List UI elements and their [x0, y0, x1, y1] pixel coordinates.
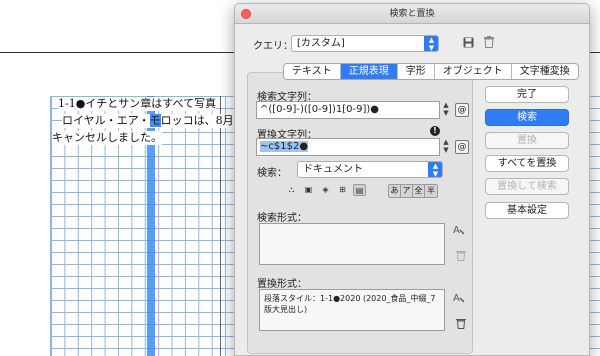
format-find-icon[interactable]: A [453, 223, 465, 236]
text-line-2[interactable]: ロイヤル・エア・モロッコは、8月3日 [62, 114, 252, 128]
text-line-1[interactable]: 1-1●イチとサン章はすべて写真 [58, 97, 217, 111]
fullwidth-toggle[interactable]: 全 [413, 185, 425, 197]
change-to-value: ~c$1$2● [260, 141, 309, 152]
change-find-button[interactable]: 置換して検索 [485, 178, 569, 195]
find-format-label: 検索形式： [257, 213, 307, 224]
info-icon[interactable]: ! [430, 126, 440, 136]
search-scope-value: ドキュメント [303, 164, 363, 175]
dialog-title: 検索と置換 [389, 9, 435, 19]
find-format-box[interactable] [259, 223, 445, 265]
change-format-box[interactable]: 段落スタイル：1-1●2020 (2020_食品_中綴_7版大見出し) [259, 289, 445, 331]
tab-glyph[interactable]: 字形 [398, 64, 435, 79]
chevron-updown-icon: ▲ ▼ [428, 162, 442, 177]
tab-grep[interactable]: 正規表現 [340, 64, 398, 79]
close-button[interactable] [241, 9, 251, 19]
text-line-3[interactable]: キャンセルしました。 [52, 131, 162, 145]
tab-transliterate[interactable]: 文字種変換 [512, 64, 578, 79]
text-line-3-before: キャンセルしました。 [52, 131, 162, 144]
find-history-stepper[interactable]: ▲ ▼ [441, 101, 451, 119]
query-select[interactable]: [カスタム] ▲ ▼ [291, 35, 439, 52]
special-chars-change-icon[interactable]: @ [455, 140, 469, 154]
hidden-layers-icon[interactable]: ◈ [319, 184, 332, 196]
hiragana-toggle[interactable]: あ [389, 185, 401, 197]
change-to-field[interactable]: ~c$1$2● [256, 138, 440, 156]
tab-text[interactable]: テキスト [284, 64, 341, 79]
find-change-dialog: 検索と置換 クエリ： [カスタム] ▲ ▼ テキスト 正規表現 字形 オブジェクト… [234, 3, 590, 356]
master-pages-icon[interactable]: ⊞ [336, 184, 349, 196]
clear-change-format-icon[interactable] [455, 318, 467, 330]
tab-bar: テキスト 正規表現 字形 オブジェクト 文字種変換 [247, 63, 583, 81]
text-line-2-before: ロイヤル・エア・ [62, 114, 150, 127]
query-value: [カスタム] [297, 38, 345, 49]
search-scope-label: 検索： [257, 168, 287, 179]
text-line-2-highlight: モ [149, 114, 161, 127]
find-what-field[interactable]: ^([0-9]-)([0-9])1[0-9])● [256, 101, 440, 119]
clear-find-format-icon[interactable] [455, 250, 467, 262]
dialog-titlebar[interactable]: 検索と置換 [235, 4, 589, 24]
kana-width-toggles: あ ア 全 半 [388, 184, 438, 198]
svg-text:A: A [453, 293, 460, 303]
frame-divider [220, 96, 221, 356]
search-options-row: ⛬ ▣ ◈ ⊞ ▤ [285, 184, 366, 196]
svg-text:A: A [453, 225, 460, 235]
tab-object[interactable]: オブジェクト [435, 64, 512, 79]
change-button[interactable]: 置換 [485, 132, 569, 149]
format-change-icon[interactable]: A [453, 291, 465, 304]
change-format-label: 置換形式： [257, 279, 307, 290]
query-label: クエリ： [253, 41, 293, 52]
text-line-1-before: 1-1●イチとサン [58, 97, 141, 110]
find-what-value: ^([0-9]-)([0-9])1[0-9])● [260, 104, 379, 115]
find-button[interactable]: 検索 [485, 109, 569, 126]
done-button[interactable]: 完了 [485, 86, 569, 103]
chevron-updown-icon: ▲ ▼ [424, 36, 438, 51]
save-icon[interactable] [463, 37, 474, 51]
trash-icon[interactable] [484, 36, 494, 51]
footnotes-icon[interactable]: ▤ [353, 184, 366, 196]
locked-layers-icon[interactable]: ⛬ [285, 184, 298, 196]
change-all-button[interactable]: すべてを置換 [485, 155, 569, 172]
special-chars-find-icon[interactable]: @ [455, 103, 469, 117]
fewer-options-button[interactable]: 基本設定 [485, 202, 569, 219]
change-format-value: 段落スタイル：1-1●2020 (2020_食品_中綴_7版大見出し) [264, 294, 436, 314]
text-line-1-after: 章はすべて写真 [140, 97, 217, 110]
search-scope-select[interactable]: ドキュメント ▲ ▼ [297, 161, 443, 178]
katakana-toggle[interactable]: ア [401, 185, 413, 197]
change-history-stepper[interactable]: ▲ ▼ [441, 138, 451, 156]
locked-stories-icon[interactable]: ▣ [302, 184, 315, 196]
halfwidth-toggle[interactable]: 半 [425, 185, 437, 197]
